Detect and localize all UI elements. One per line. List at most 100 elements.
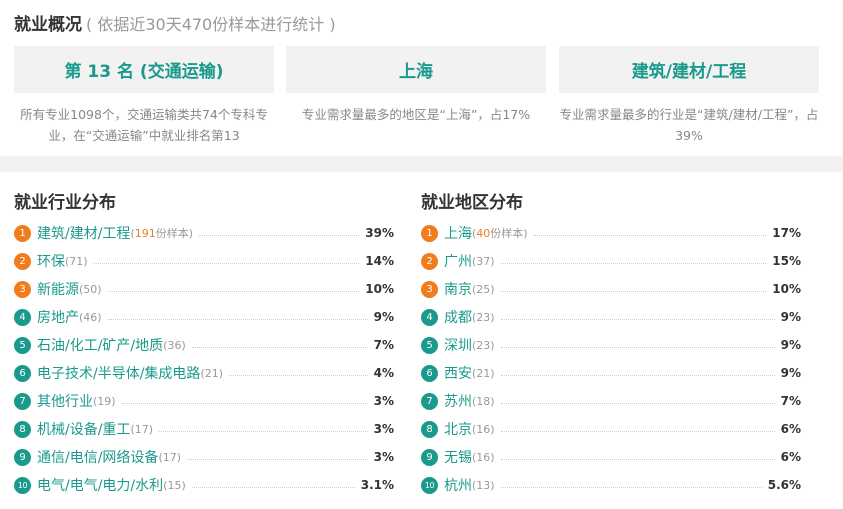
- industry-name-link[interactable]: 建筑/建材/工程: [37, 223, 130, 243]
- rank-badge: 3: [14, 280, 31, 298]
- sample-count-close: 份样本): [490, 227, 528, 240]
- region-name-link[interactable]: 南京: [444, 279, 472, 299]
- industry-row[interactable]: 7 其他行业 (19) 3%: [14, 387, 394, 415]
- industry-section-title: 就业行业分布: [14, 193, 116, 213]
- region-row[interactable]: 5 深圳 (23) 9%: [421, 331, 801, 359]
- industry-name-link[interactable]: 电子技术/半导体/集成电路: [37, 363, 200, 383]
- industry-name-link[interactable]: 环保: [37, 251, 65, 271]
- rank-badge: 9: [14, 448, 31, 466]
- industry-name-link[interactable]: 通信/电信/网络设备: [37, 447, 158, 467]
- sample-count-value: 21: [476, 366, 491, 380]
- sample-count: (50): [79, 283, 102, 296]
- industry-row[interactable]: 4 房地产 (46) 9%: [14, 303, 394, 331]
- industry-row[interactable]: 5 石油/化工/矿产/地质 (36) 7%: [14, 331, 394, 359]
- dotted-leader: [500, 346, 775, 348]
- industry-row[interactable]: 9 通信/电信/网络设备 (17) 3%: [14, 443, 394, 471]
- percentage: 9%: [780, 338, 801, 352]
- sample-count-value: 23: [476, 338, 491, 352]
- sample-count-value: 50: [83, 282, 98, 296]
- rank-badge: 8: [421, 420, 438, 438]
- sample-count: (18): [472, 395, 495, 408]
- sample-count-value: 37: [476, 254, 491, 268]
- rank-badge: 6: [421, 364, 438, 382]
- rank-card-label: 第 13 名 (交通运输): [64, 62, 224, 82]
- overview-title: 就业概况: [14, 15, 82, 35]
- rank-badge: 5: [14, 336, 31, 354]
- sample-count-value: 25: [476, 282, 491, 296]
- percentage: 6%: [780, 422, 801, 436]
- region-name-link[interactable]: 上海: [444, 223, 472, 243]
- region-row[interactable]: 9 无锡 (16) 6%: [421, 443, 801, 471]
- sample-count: (16): [472, 451, 495, 464]
- sample-count: (191份样本): [130, 225, 193, 241]
- region-name-link[interactable]: 苏州: [444, 391, 472, 411]
- dotted-leader: [500, 290, 767, 292]
- sample-count: (21): [472, 367, 495, 380]
- region-row[interactable]: 6 西安 (21) 9%: [421, 359, 801, 387]
- percentage: 39%: [365, 226, 394, 240]
- region-name-link[interactable]: 广州: [444, 251, 472, 271]
- sample-count-close: ): [490, 282, 495, 296]
- industry-row[interactable]: 1 建筑/建材/工程 (191份样本) 39%: [14, 219, 394, 247]
- dotted-leader: [121, 402, 368, 404]
- rank-badge: 4: [14, 308, 31, 326]
- region-row[interactable]: 8 北京 (16) 6%: [421, 415, 801, 443]
- sample-count-value: 46: [83, 310, 98, 324]
- region-name-link[interactable]: 深圳: [444, 335, 472, 355]
- percentage: 3%: [373, 450, 394, 464]
- industry-row[interactable]: 2 环保 (71) 14%: [14, 247, 394, 275]
- rank-badge: 2: [421, 252, 438, 270]
- industry-row[interactable]: 6 电子技术/半导体/集成电路 (21) 4%: [14, 359, 394, 387]
- sample-count-close: ): [97, 282, 102, 296]
- sample-count-close: ): [111, 394, 116, 408]
- sample-count-close: ): [490, 366, 495, 380]
- region-row[interactable]: 10 杭州 (13) 5.6%: [421, 471, 801, 499]
- rank-badge: 10: [421, 476, 438, 494]
- sample-count-value: 16: [476, 450, 491, 464]
- percentage: 4%: [373, 366, 394, 380]
- industry-name-link[interactable]: 石油/化工/矿产/地质: [37, 335, 163, 355]
- sample-count: (17): [130, 423, 153, 436]
- industry-row[interactable]: 8 机械/设备/重工 (17) 3%: [14, 415, 394, 443]
- region-name-link[interactable]: 北京: [444, 419, 472, 439]
- sample-count-close: ): [490, 310, 495, 324]
- percentage: 3%: [373, 422, 394, 436]
- industry-row[interactable]: 3 新能源 (50) 10%: [14, 275, 394, 303]
- region-row[interactable]: 1 上海 (40份样本) 17%: [421, 219, 801, 247]
- dotted-leader: [159, 430, 368, 432]
- region-name-link[interactable]: 无锡: [444, 447, 472, 467]
- percentage: 7%: [373, 338, 394, 352]
- sample-count-value: 40: [476, 227, 491, 240]
- region-name-link[interactable]: 成都: [444, 307, 472, 327]
- dotted-leader: [229, 374, 368, 376]
- dotted-leader: [500, 458, 775, 460]
- industry-name-link[interactable]: 新能源: [37, 279, 79, 299]
- region-name-link[interactable]: 西安: [444, 363, 472, 383]
- region-row[interactable]: 3 南京 (25) 10%: [421, 275, 801, 303]
- industry-name-link[interactable]: 机械/设备/重工: [37, 419, 130, 439]
- rank-badge: 1: [14, 224, 31, 242]
- percentage: 14%: [365, 254, 394, 268]
- dotted-leader: [500, 318, 775, 320]
- region-row[interactable]: 2 广州 (37) 15%: [421, 247, 801, 275]
- sample-count-value: 23: [476, 310, 491, 324]
- industry-row[interactable]: 10 电气/电气/电力/水利 (15) 3.1%: [14, 471, 394, 499]
- percentage: 9%: [780, 366, 801, 380]
- region-section-title: 就业地区分布: [421, 193, 523, 213]
- industry-name-link[interactable]: 其他行业: [37, 391, 93, 411]
- region-row[interactable]: 7 苏州 (18) 7%: [421, 387, 801, 415]
- sample-count: (36): [163, 339, 186, 352]
- region-name-link[interactable]: 杭州: [444, 475, 472, 495]
- top-industry-card: 建筑/建材/工程: [559, 46, 819, 93]
- percentage: 15%: [772, 254, 801, 268]
- percentage: 9%: [373, 310, 394, 324]
- sample-count-close: ): [181, 478, 186, 492]
- industry-name-link[interactable]: 电气/电气/电力/水利: [37, 475, 163, 495]
- top-region-card: 上海: [286, 46, 546, 93]
- sample-count-value: 17: [162, 450, 177, 464]
- region-row[interactable]: 4 成都 (23) 9%: [421, 303, 801, 331]
- rank-badge: 7: [14, 392, 31, 410]
- sample-count-value: 17: [134, 422, 149, 436]
- dotted-leader: [187, 458, 368, 460]
- industry-name-link[interactable]: 房地产: [37, 307, 79, 327]
